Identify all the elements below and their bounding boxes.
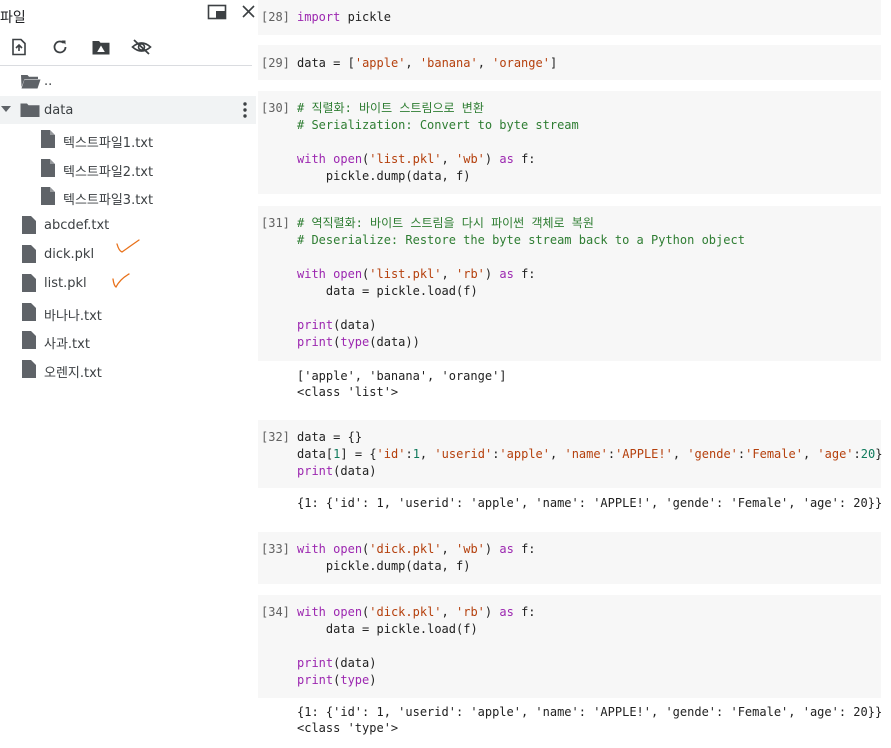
code-editor[interactable]: data = ['apple', 'banana', 'orange']	[297, 55, 557, 72]
code-line: print(data)	[297, 318, 377, 332]
code-line: # Serialization: Convert to byte stream	[297, 118, 579, 132]
code-line: print(data)	[297, 656, 377, 670]
tree-item-file[interactable]: 바나나.txt	[0, 298, 256, 326]
code-line: with open('list.pkl', 'rb') as f:	[297, 267, 536, 281]
toolbar-divider	[0, 65, 252, 66]
tree-item-label: list.pkl	[44, 276, 87, 291]
code-line: data = pickle.load(f)	[325, 622, 478, 636]
file-browser-panel: 파일 .. data 텍스트파일1.txt 텍스트파일2.txt 텍스트파일3.…	[0, 0, 256, 748]
file-icon	[22, 216, 36, 234]
tree-item-data-folder[interactable]: data	[0, 96, 256, 124]
output-line: <class 'type'>	[297, 721, 399, 735]
code-line: with open('list.pkl', 'wb') as f:	[297, 152, 536, 166]
file-icon	[41, 130, 55, 148]
cell-output: {1: {'id': 1, 'userid': 'apple', 'name':…	[297, 704, 882, 736]
tree-item-parent-folder[interactable]: ..	[0, 67, 256, 95]
caret-down-icon[interactable]	[1, 106, 11, 113]
panel-title: 파일	[0, 10, 26, 26]
execution-count: [30]	[261, 101, 290, 115]
code-line: # 역직렬화: 바이트 스트림을 다시 파이썬 객체로 복원	[297, 216, 594, 230]
code-editor[interactable]: with open('dick.pkl', 'wb') as f: pickle…	[297, 541, 536, 575]
tree-item-file[interactable]: 텍스트파일3.txt	[0, 182, 256, 210]
code-line: print(type(data))	[297, 335, 420, 349]
output-line: {1: {'id': 1, 'userid': 'apple', 'name':…	[297, 496, 883, 510]
tree-item-label: 사과.txt	[44, 337, 90, 352]
tree-item-label: 바나나.txt	[44, 309, 102, 324]
tree-item-file[interactable]: 텍스트파일2.txt	[0, 154, 256, 182]
code-line: # Deserialize: Restore the byte stream b…	[297, 233, 745, 247]
output-line: <class 'list'>	[297, 385, 399, 399]
code-cell[interactable]: [30] # 직렬화: 바이트 스트림으로 변환 # Serialization:…	[258, 91, 881, 194]
output-line: ['apple', 'banana', 'orange']	[297, 369, 507, 383]
handwritten-check-icon	[116, 239, 140, 253]
code-cell[interactable]: [32] data = {} data[1] = {'id':1, 'userid…	[258, 420, 882, 488]
execution-count: [31]	[261, 216, 290, 230]
execution-count: [33]	[261, 542, 290, 556]
code-editor[interactable]: with open('dick.pkl', 'rb') as f: data =…	[297, 604, 536, 689]
output-line: {1: {'id': 1, 'userid': 'apple', 'name':…	[297, 705, 883, 719]
upload-icon[interactable]	[10, 38, 28, 56]
execution-count: [29]	[261, 56, 290, 70]
code-line: pickle.dump(data, f)	[325, 169, 471, 183]
code-line: data = pickle.load(f)	[325, 284, 478, 298]
file-icon	[22, 303, 36, 321]
tree-item-label: 오렌지.txt	[44, 366, 102, 381]
code-line: # 직렬화: 바이트 스트림으로 변환	[297, 101, 484, 115]
code-line: data[1] = {'id':1, 'userid':'apple', 'na…	[297, 447, 883, 461]
code-cell[interactable]: [31] # 역직렬화: 바이트 스트림을 다시 파이썬 객체로 복원 # Des…	[258, 206, 881, 361]
execution-count: [32]	[261, 430, 290, 444]
tree-item-label: ..	[44, 74, 53, 89]
code-editor[interactable]: # 직렬화: 바이트 스트림으로 변환 # Serialization: Conv…	[297, 100, 579, 185]
notebook-area: [28] import pickle [29] data = ['apple',…	[258, 0, 882, 748]
file-icon	[41, 159, 55, 177]
folder-open-icon	[21, 75, 41, 89]
tree-item-label: data	[44, 103, 74, 118]
tree-item-label: dick.pkl	[44, 247, 95, 262]
code-line: with open('dick.pkl', 'wb') as f:	[297, 542, 536, 556]
code-editor[interactable]: # 역직렬화: 바이트 스트림을 다시 파이썬 객체로 복원 # Deserial…	[297, 215, 745, 351]
hide-icon[interactable]	[131, 38, 152, 56]
folder-icon	[20, 103, 40, 117]
code-editor[interactable]: data = {} data[1] = {'id':1, 'userid':'ap…	[297, 429, 882, 480]
code-cell[interactable]: [34] with open('dick.pkl', 'rb') as f: d…	[258, 595, 881, 698]
file-icon	[22, 331, 36, 349]
file-icon	[22, 274, 36, 292]
tree-item-file[interactable]: 텍스트파일1.txt	[0, 125, 256, 153]
code-line: print(type)	[297, 673, 377, 687]
tree-item-file[interactable]: 사과.txt	[0, 326, 256, 354]
more-vert-icon[interactable]	[243, 102, 247, 118]
tree-item-label: abcdef.txt	[44, 218, 110, 233]
tree-item-label: 텍스트파일1.txt	[63, 136, 154, 151]
code-line: pickle.dump(data, f)	[325, 559, 471, 573]
tree-item-file[interactable]: abcdef.txt	[0, 211, 256, 239]
file-icon	[22, 245, 36, 263]
code-line: import pickle	[297, 10, 391, 24]
code-line: data = {}	[297, 430, 363, 444]
restore-window-icon[interactable]	[207, 4, 227, 20]
tree-item-label: 텍스트파일2.txt	[63, 165, 154, 180]
code-cell[interactable]: [29] data = ['apple', 'banana', 'orange'…	[258, 45, 881, 80]
drive-icon[interactable]	[91, 39, 111, 56]
file-icon	[41, 187, 55, 205]
code-editor[interactable]: import pickle	[297, 9, 391, 26]
cell-output: ['apple', 'banana', 'orange'] <class 'lis…	[297, 368, 507, 400]
execution-count: [34]	[261, 605, 290, 619]
code-cell[interactable]: [28] import pickle	[258, 0, 881, 35]
handwritten-check-icon	[112, 273, 130, 288]
tree-item-file[interactable]: 오렌지.txt	[0, 355, 256, 383]
cell-output: {1: {'id': 1, 'userid': 'apple', 'name':…	[297, 495, 882, 511]
refresh-icon[interactable]	[51, 38, 69, 56]
file-icon	[22, 360, 36, 378]
close-icon[interactable]	[241, 4, 256, 19]
code-line: with open('dick.pkl', 'rb') as f:	[297, 605, 536, 619]
code-line: data = ['apple', 'banana', 'orange']	[297, 56, 558, 70]
code-line: print(data)	[297, 464, 377, 478]
tree-item-label: 텍스트파일3.txt	[63, 193, 154, 208]
execution-count: [28]	[261, 10, 290, 24]
code-cell[interactable]: [33] with open('dick.pkl', 'wb') as f: p…	[258, 532, 881, 584]
